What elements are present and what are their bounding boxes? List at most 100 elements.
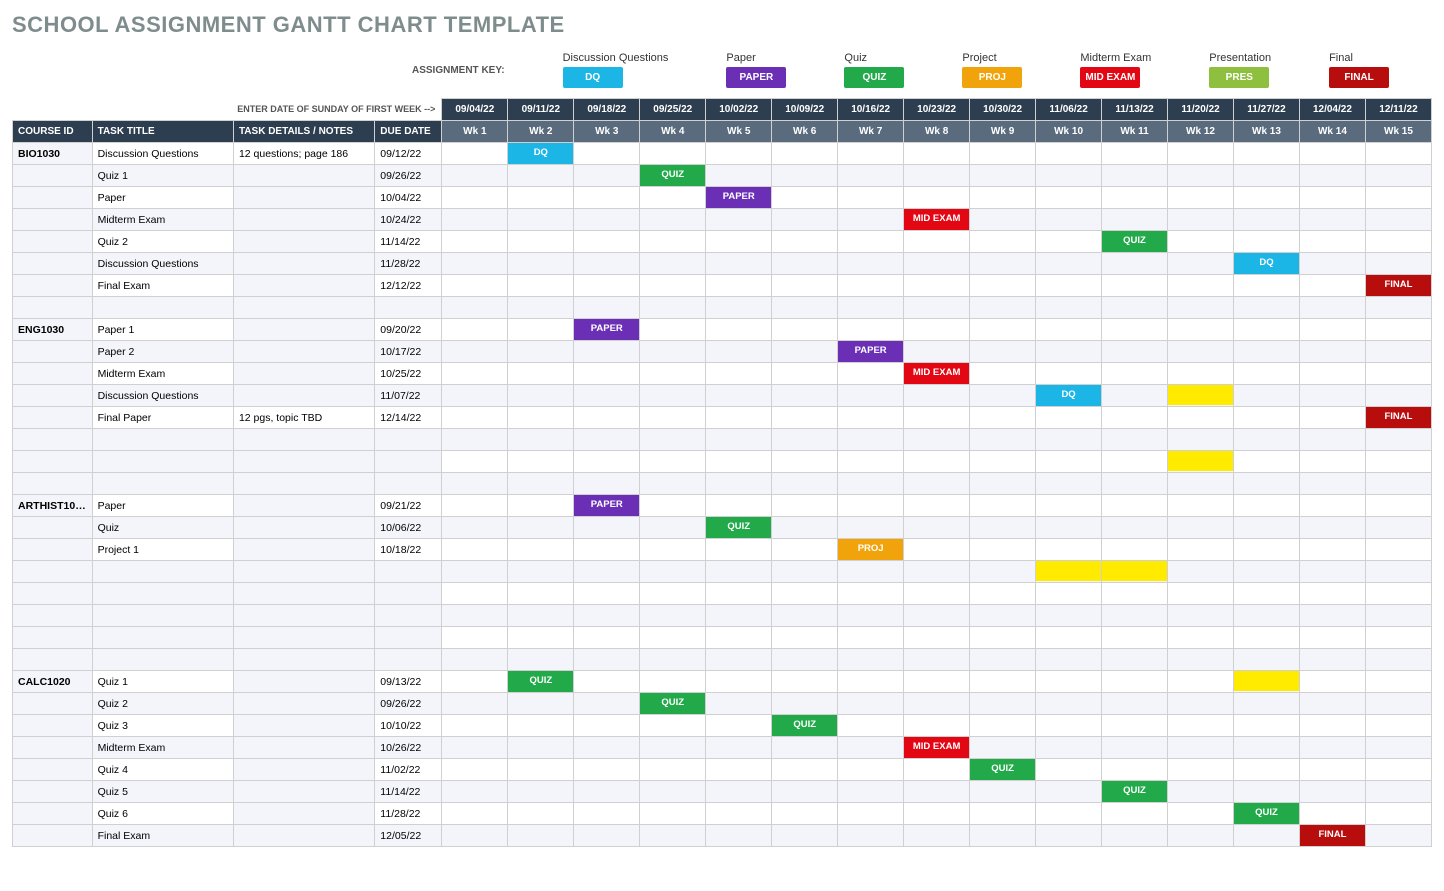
gantt-cell[interactable] — [1036, 363, 1102, 385]
gantt-cell[interactable] — [640, 407, 706, 429]
gantt-cell[interactable] — [508, 649, 574, 671]
cell-details[interactable] — [233, 737, 374, 759]
week-date-header[interactable]: 09/04/22 — [442, 99, 508, 121]
cell-due[interactable]: 10/17/22 — [375, 341, 442, 363]
gantt-cell[interactable] — [1036, 517, 1102, 539]
gantt-cell[interactable] — [1365, 297, 1431, 319]
gantt-cell[interactable] — [706, 737, 772, 759]
gantt-cell[interactable] — [1036, 341, 1102, 363]
gantt-cell[interactable] — [706, 209, 772, 231]
gantt-cell[interactable] — [838, 803, 904, 825]
week-date-header[interactable]: 10/02/22 — [706, 99, 772, 121]
cell-due[interactable]: 09/21/22 — [375, 495, 442, 517]
gantt-cell[interactable]: PAPER — [574, 319, 640, 341]
gantt-cell[interactable] — [1233, 275, 1299, 297]
gantt-cell[interactable] — [442, 715, 508, 737]
cell-due[interactable]: 12/05/22 — [375, 825, 442, 847]
gantt-cell[interactable] — [1233, 231, 1299, 253]
col-course[interactable]: COURSE ID — [13, 121, 93, 143]
gantt-cell[interactable] — [574, 605, 640, 627]
gantt-cell[interactable] — [1036, 693, 1102, 715]
gantt-cell[interactable] — [838, 143, 904, 165]
cell-course[interactable] — [13, 517, 93, 539]
gantt-cell[interactable]: FINAL — [1365, 275, 1431, 297]
cell-details[interactable] — [233, 253, 374, 275]
gantt-cell[interactable] — [772, 407, 838, 429]
cell-course[interactable] — [13, 209, 93, 231]
gantt-cell[interactable] — [772, 627, 838, 649]
cell-course[interactable] — [13, 693, 93, 715]
gantt-cell[interactable] — [706, 385, 772, 407]
gantt-cell[interactable] — [1102, 473, 1168, 495]
gantt-cell[interactable] — [970, 429, 1036, 451]
gantt-cell[interactable] — [1102, 385, 1168, 407]
cell-course[interactable] — [13, 165, 93, 187]
gantt-cell[interactable]: MID EXAM — [904, 209, 970, 231]
gantt-cell[interactable] — [1299, 143, 1365, 165]
gantt-cell[interactable] — [1299, 583, 1365, 605]
gantt-cell[interactable] — [640, 517, 706, 539]
gantt-cell[interactable] — [1102, 165, 1168, 187]
gantt-cell[interactable] — [772, 583, 838, 605]
gantt-cell[interactable] — [1233, 473, 1299, 495]
gantt-cell[interactable]: MID EXAM — [904, 737, 970, 759]
gantt-cell[interactable] — [1299, 209, 1365, 231]
cell-due[interactable]: 09/26/22 — [375, 693, 442, 715]
gantt-cell[interactable] — [508, 341, 574, 363]
gantt-cell[interactable] — [1233, 825, 1299, 847]
cell-title[interactable]: Midterm Exam — [92, 209, 233, 231]
cell-title[interactable]: Discussion Questions — [92, 253, 233, 275]
gantt-cell[interactable] — [508, 429, 574, 451]
gantt-cell[interactable] — [1299, 715, 1365, 737]
gantt-cell[interactable] — [904, 275, 970, 297]
week-date-header[interactable]: 10/30/22 — [970, 99, 1036, 121]
gantt-cell[interactable] — [640, 209, 706, 231]
cell-title[interactable] — [92, 627, 233, 649]
gantt-cell[interactable]: FINAL — [1365, 407, 1431, 429]
gantt-cell[interactable] — [640, 275, 706, 297]
gantt-cell[interactable] — [1168, 759, 1234, 781]
gantt-cell[interactable] — [640, 627, 706, 649]
cell-details[interactable] — [233, 319, 374, 341]
gantt-cell[interactable] — [1168, 231, 1234, 253]
week-date-header[interactable]: 10/16/22 — [838, 99, 904, 121]
cell-details[interactable] — [233, 495, 374, 517]
gantt-cell[interactable] — [1299, 385, 1365, 407]
gantt-cell[interactable] — [1168, 297, 1234, 319]
gantt-cell[interactable] — [772, 539, 838, 561]
gantt-cell[interactable] — [706, 297, 772, 319]
cell-title[interactable]: Quiz 1 — [92, 671, 233, 693]
cell-course[interactable] — [13, 363, 93, 385]
gantt-cell[interactable] — [640, 341, 706, 363]
gantt-cell[interactable] — [1102, 297, 1168, 319]
gantt-cell[interactable] — [1233, 715, 1299, 737]
gantt-cell[interactable] — [904, 539, 970, 561]
gantt-cell[interactable] — [1299, 407, 1365, 429]
gantt-cell[interactable] — [640, 363, 706, 385]
gantt-cell[interactable] — [904, 583, 970, 605]
cell-due[interactable] — [375, 649, 442, 671]
gantt-cell[interactable] — [970, 583, 1036, 605]
cell-due[interactable] — [375, 561, 442, 583]
cell-due[interactable]: 11/14/22 — [375, 231, 442, 253]
gantt-cell[interactable] — [442, 165, 508, 187]
gantt-cell[interactable] — [838, 605, 904, 627]
cell-course[interactable] — [13, 429, 93, 451]
week-number-header[interactable]: Wk 7 — [838, 121, 904, 143]
gantt-cell[interactable] — [442, 605, 508, 627]
gantt-cell[interactable] — [970, 319, 1036, 341]
cell-due[interactable] — [375, 473, 442, 495]
gantt-cell[interactable] — [442, 627, 508, 649]
gantt-cell[interactable] — [1299, 649, 1365, 671]
gantt-cell[interactable]: QUIZ — [706, 517, 772, 539]
week-number-header[interactable]: Wk 6 — [772, 121, 838, 143]
gantt-cell[interactable] — [574, 737, 640, 759]
week-date-header[interactable]: 12/11/22 — [1365, 99, 1431, 121]
cell-course[interactable] — [13, 253, 93, 275]
gantt-cell[interactable] — [1102, 649, 1168, 671]
cell-title[interactable]: Final Paper — [92, 407, 233, 429]
gantt-cell[interactable] — [1168, 407, 1234, 429]
gantt-cell[interactable] — [574, 825, 640, 847]
gantt-cell[interactable] — [1168, 385, 1234, 407]
gantt-cell[interactable] — [1233, 539, 1299, 561]
